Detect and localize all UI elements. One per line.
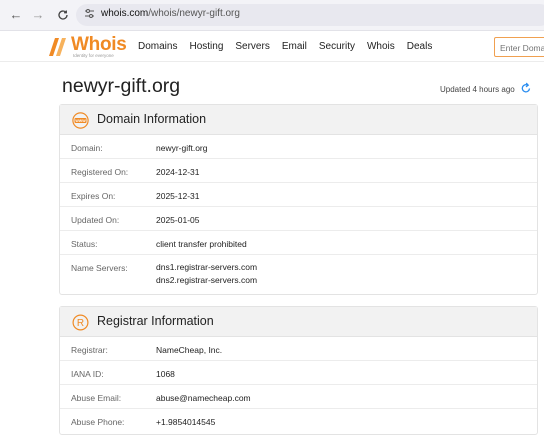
page-title: newyr-gift.org bbox=[62, 75, 181, 97]
info-row: Registrar: NameCheap, Inc. bbox=[60, 337, 537, 361]
domain-info-card: WWW Domain Information Domain: newyr-gif… bbox=[59, 104, 538, 295]
row-label: Status: bbox=[71, 239, 98, 249]
forward-arrow-icon[interactable]: → bbox=[30, 7, 46, 23]
domain-search-input[interactable] bbox=[495, 39, 544, 57]
row-label: Domain: bbox=[71, 143, 103, 153]
url-text[interactable]: whois.com/whois/newyr-gift.org bbox=[101, 8, 240, 19]
info-row: Updated On: 2025-01-05 bbox=[60, 207, 537, 231]
updated-timestamp: Updated 4 hours ago bbox=[440, 85, 515, 94]
nav-deals[interactable]: Deals bbox=[407, 41, 433, 52]
whois-logo[interactable]: Whois Identity for everyone bbox=[47, 34, 127, 60]
row-value: 1068 bbox=[156, 369, 175, 379]
row-value: 2024-12-31 bbox=[156, 167, 200, 177]
row-value: newyr-gift.org bbox=[156, 143, 208, 153]
info-row: Domain: newyr-gift.org bbox=[60, 135, 537, 159]
www-globe-icon: WWW bbox=[72, 112, 89, 129]
svg-text:R: R bbox=[77, 318, 84, 329]
row-label: IANA ID: bbox=[71, 369, 104, 379]
row-label: Registered On: bbox=[71, 167, 129, 177]
site-settings-icon[interactable] bbox=[84, 8, 95, 22]
reload-icon[interactable] bbox=[55, 7, 71, 23]
row-value: abuse@namecheap.com bbox=[156, 393, 251, 403]
nav-servers[interactable]: Servers bbox=[235, 41, 269, 52]
registrar-info-title: Registrar Information bbox=[97, 314, 214, 328]
info-row: Status: client transfer prohibited bbox=[60, 231, 537, 255]
info-row-name-servers: Name Servers: dns1.registrar-servers.com… bbox=[60, 255, 537, 293]
row-label: Expires On: bbox=[71, 191, 116, 201]
back-arrow-icon[interactable]: ← bbox=[8, 7, 24, 23]
name-server: dns1.registrar-servers.com bbox=[156, 262, 258, 272]
info-row: Abuse Phone: +1.9854014545 bbox=[60, 409, 537, 433]
info-row: Abuse Email: abuse@namecheap.com bbox=[60, 385, 537, 409]
info-row: Expires On: 2025-12-31 bbox=[60, 183, 537, 207]
info-row: Registered On: 2024-12-31 bbox=[60, 159, 537, 183]
name-server-list: dns1.registrar-servers.com dns2.registra… bbox=[156, 261, 257, 287]
nav-hosting[interactable]: Hosting bbox=[189, 41, 223, 52]
name-server: dns2.registrar-servers.com bbox=[156, 275, 258, 285]
row-value: 2025-01-05 bbox=[156, 215, 200, 225]
row-label: Name Servers: bbox=[71, 263, 128, 273]
logo-mark-icon bbox=[49, 38, 66, 56]
logo-tagline: Identity for everyone bbox=[73, 53, 114, 58]
refresh-icon[interactable] bbox=[521, 82, 531, 94]
domain-info-title: Domain Information bbox=[97, 112, 207, 126]
domain-info-header: WWW Domain Information bbox=[60, 105, 537, 135]
browser-toolbar: ← → whois.com/whois/newyr-gift.org bbox=[0, 0, 544, 31]
registrar-info-card: R Registrar Information Registrar: NameC… bbox=[59, 306, 538, 435]
address-bar[interactable]: whois.com/whois/newyr-gift.org bbox=[76, 4, 544, 26]
row-value: client transfer prohibited bbox=[156, 239, 247, 249]
row-label: Abuse Email: bbox=[71, 393, 122, 403]
main-nav: Domains Hosting Servers Email Security W… bbox=[138, 41, 444, 52]
registrar-info-header: R Registrar Information bbox=[60, 307, 537, 337]
row-value: NameCheap, Inc. bbox=[156, 345, 223, 355]
url-path: /whois/newyr-gift.org bbox=[148, 8, 240, 19]
registered-icon: R bbox=[72, 314, 89, 331]
domain-search-box bbox=[494, 37, 544, 57]
svg-text:WWW: WWW bbox=[75, 119, 86, 123]
row-label: Abuse Phone: bbox=[71, 417, 125, 427]
row-value: +1.9854014545 bbox=[156, 417, 216, 427]
row-value: 2025-12-31 bbox=[156, 191, 200, 201]
url-host: whois.com bbox=[101, 8, 149, 19]
row-label: Updated On: bbox=[71, 215, 120, 225]
nav-security[interactable]: Security bbox=[319, 41, 355, 52]
nav-domains[interactable]: Domains bbox=[138, 41, 177, 52]
site-header: Whois Identity for everyone Domains Host… bbox=[0, 32, 544, 62]
nav-whois[interactable]: Whois bbox=[367, 41, 395, 52]
row-label: Registrar: bbox=[71, 345, 108, 355]
nav-email[interactable]: Email bbox=[282, 41, 307, 52]
info-row: IANA ID: 1068 bbox=[60, 361, 537, 385]
